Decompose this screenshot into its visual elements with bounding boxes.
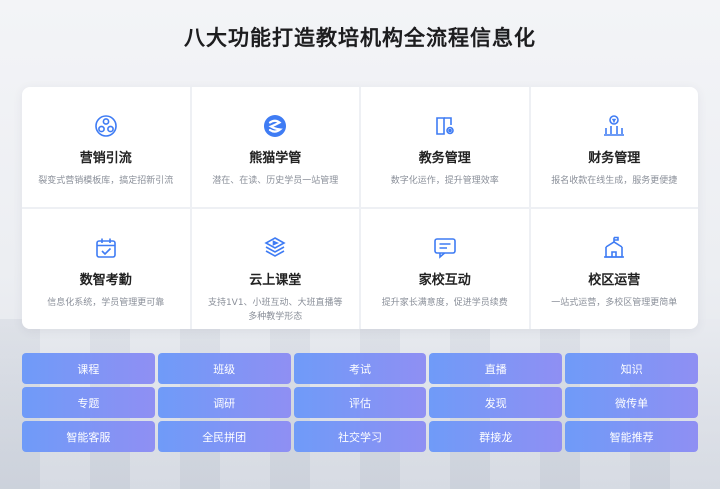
tag-grid: 课程 班级 考试 直播 知识 专题 调研 评估 发现 微传单 智能客服 全民拼团… <box>22 353 698 452</box>
finance-chart-icon <box>601 113 627 139</box>
tag-button-social-learning[interactable]: 社交学习 <box>293 421 427 452</box>
feature-title: 家校互动 <box>418 273 471 288</box>
feature-desc: 数字化运作，提升管理效率 <box>390 176 499 186</box>
tag-button-smart-service[interactable]: 智能客服 <box>22 421 155 452</box>
tag-button-micro-flyer[interactable]: 微传单 <box>565 387 698 418</box>
feature-title: 云上课堂 <box>249 273 302 288</box>
tag-button-live[interactable]: 直播 <box>429 353 563 384</box>
feature-title: 财务管理 <box>588 151 641 166</box>
feature-title: 营销引流 <box>79 151 132 166</box>
tag-button-discover[interactable]: 发现 <box>429 387 563 418</box>
feature-desc: 提升家长满意度，促进学员续费 <box>381 298 508 308</box>
tag-button-evaluation[interactable]: 评估 <box>293 387 427 418</box>
page-title: 八大功能打造教培机构全流程信息化 <box>184 26 536 50</box>
tag-button-course[interactable]: 课程 <box>22 353 155 384</box>
people-network-icon <box>93 113 119 139</box>
feature-desc: 一站式运营，多校区管理更简单 <box>551 298 678 308</box>
feature-title: 教务管理 <box>418 151 471 166</box>
cloud-play-icon <box>262 235 288 261</box>
tag-button-class[interactable]: 班级 <box>157 353 291 384</box>
feature-desc: 裂变式营销模板库，搞定招新引流 <box>38 176 174 186</box>
feature-card-campus-operations[interactable]: 校区运营 一站式运营，多校区管理更简单 <box>530 209 698 329</box>
chat-bubble-icon <box>432 235 458 261</box>
tag-button-survey[interactable]: 调研 <box>157 387 291 418</box>
feature-title: 校区运营 <box>588 273 641 288</box>
feature-card-home-school[interactable]: 家校互动 提升家长满意度，促进学员续费 <box>361 209 529 329</box>
feature-desc: 潜在、在读、历史学员一站管理 <box>212 176 339 186</box>
tag-button-topic[interactable]: 专题 <box>22 387 155 418</box>
feature-card-attendance[interactable]: 数智考勤 信息化系统，学员管理更可靠 <box>22 209 190 329</box>
feature-card-student-management[interactable]: 熊猫学管 潜在、在读、历史学员一站管理 <box>191 87 359 207</box>
feature-card-marketing[interactable]: 营销引流 裂变式营销模板库，搞定招新引流 <box>22 87 190 207</box>
book-gear-icon <box>432 113 458 139</box>
calendar-check-icon <box>93 235 119 261</box>
feature-card-academic-affairs[interactable]: 教务管理 数字化运作，提升管理效率 <box>361 87 529 207</box>
school-building-icon <box>601 235 627 261</box>
feature-desc: 报名收款在线生成，服务更便捷 <box>551 176 678 186</box>
feature-desc: 信息化系统，学员管理更可靠 <box>47 298 165 308</box>
panda-logo-icon <box>262 113 288 139</box>
feature-desc: 支持1V1、小班互动、大班直播等多种教学形态 <box>207 298 343 322</box>
feature-card-finance[interactable]: 财务管理 报名收款在线生成，服务更便捷 <box>530 87 698 207</box>
tag-button-group-relay[interactable]: 群接龙 <box>429 421 563 452</box>
feature-title: 数智考勤 <box>79 273 132 288</box>
tag-button-group-buy[interactable]: 全民拼团 <box>157 421 291 452</box>
feature-title: 熊猫学管 <box>249 151 302 166</box>
tag-button-smart-recommend[interactable]: 智能推荐 <box>565 421 698 452</box>
tag-button-knowledge[interactable]: 知识 <box>565 353 698 384</box>
tag-button-exam[interactable]: 考试 <box>293 353 427 384</box>
feature-card-online-classroom[interactable]: 云上课堂 支持1V1、小班互动、大班直播等多种教学形态 <box>191 209 359 329</box>
feature-grid: 营销引流 裂变式营销模板库，搞定招新引流 熊猫学管 潜在、在读、历史学员一站管理… <box>22 87 698 329</box>
